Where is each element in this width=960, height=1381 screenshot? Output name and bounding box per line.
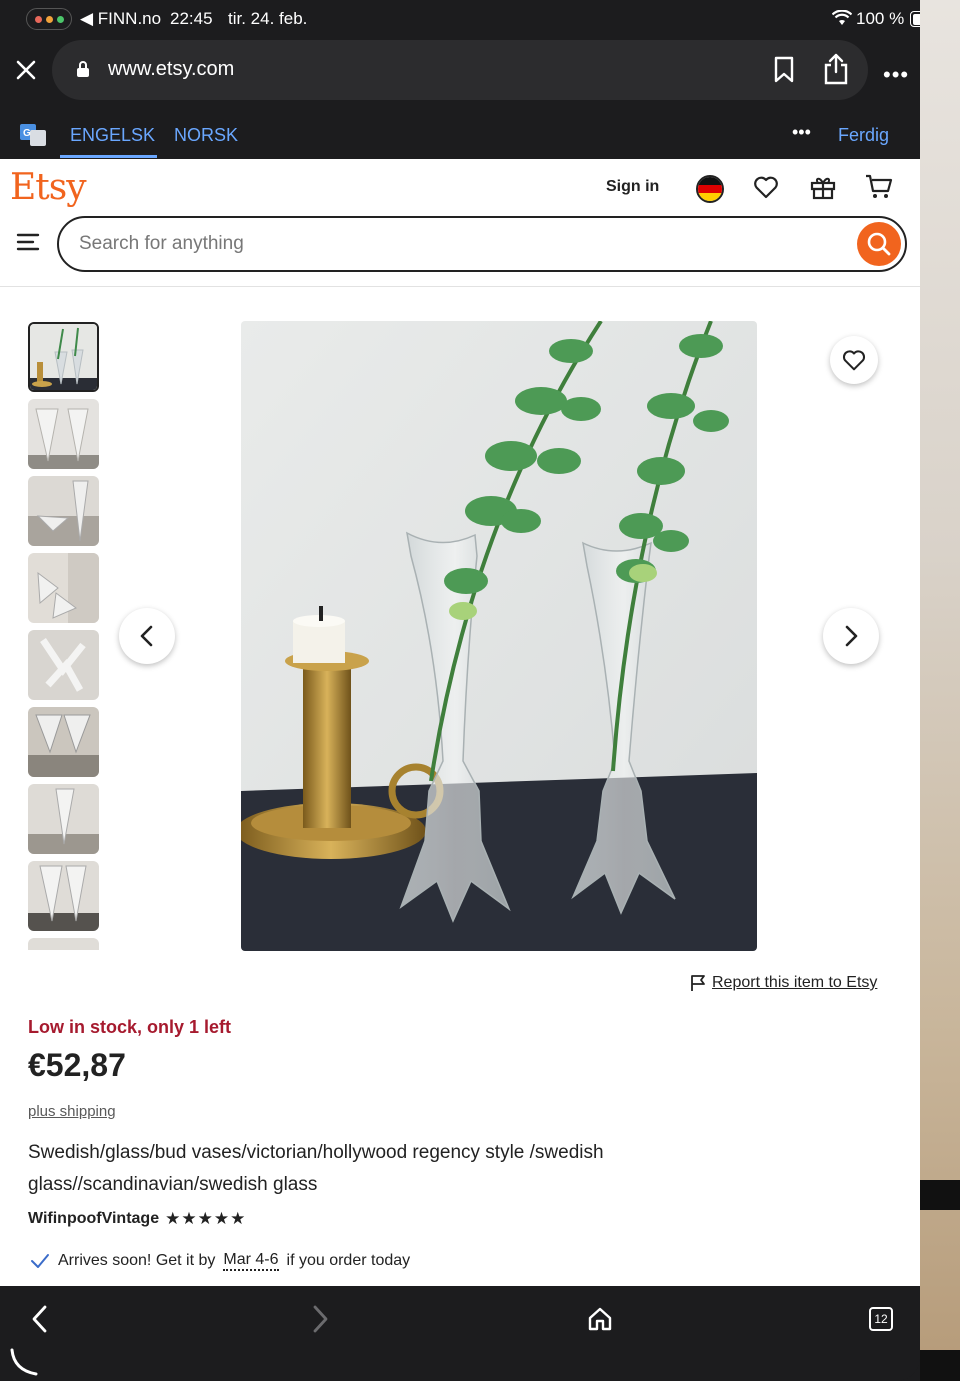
tab-language-english[interactable]: ENGELSK — [70, 125, 155, 146]
search-button[interactable] — [857, 222, 901, 266]
search-input[interactable] — [79, 230, 839, 258]
thumbnail-7[interactable] — [28, 784, 99, 854]
wifi-icon — [831, 9, 853, 31]
translate-bar: G ENGELSK NORSK ••• Ferdig — [0, 110, 920, 159]
sign-in-link[interactable]: Sign in — [606, 178, 659, 196]
tabs-button[interactable]: 12 — [869, 1307, 893, 1331]
shop-name-link[interactable]: WifinpoofVintage — [28, 1210, 159, 1228]
status-bar: ◀ FINN.no 22:45 tir. 24. feb. 100 % — [0, 0, 920, 38]
thumbnail-4[interactable] — [28, 553, 99, 623]
etsy-logo[interactable]: Etsy — [10, 167, 87, 208]
battery-percent: 100 % — [856, 9, 905, 28]
forward-icon[interactable] — [310, 1304, 330, 1339]
cart-icon[interactable] — [864, 173, 894, 206]
selected-language-underline — [60, 155, 157, 158]
close-icon[interactable] — [12, 56, 40, 84]
next-image-button[interactable] — [823, 608, 879, 664]
address-bar[interactable]: www.etsy.com — [52, 40, 868, 100]
home-icon[interactable] — [587, 1306, 613, 1337]
arrival-date-link[interactable]: Mar 4-6 — [223, 1251, 279, 1271]
thumbnail-strip — [28, 322, 100, 950]
google-translate-icon: G — [20, 122, 46, 148]
german-flag-icon[interactable] — [696, 175, 724, 203]
corner-arc-icon — [8, 1348, 38, 1381]
url-text: www.etsy.com — [108, 58, 235, 80]
lock-icon — [76, 60, 90, 83]
shop-info: WifinpoofVintage ★★★★★ — [28, 1209, 246, 1229]
search-bar — [57, 216, 907, 272]
status-date: tir. 24. feb. — [228, 9, 308, 28]
tab-language-norwegian[interactable]: NORSK — [174, 125, 238, 146]
favorite-button[interactable] — [830, 336, 878, 384]
thumbnail-6[interactable] — [28, 707, 99, 777]
stock-notice: Low in stock, only 1 left — [28, 1017, 232, 1037]
bottom-toolbar: 12 — [0, 1286, 920, 1381]
thumbnail-8[interactable] — [28, 861, 99, 931]
thumbnail-1[interactable] — [28, 322, 99, 392]
previous-image-button[interactable] — [119, 608, 175, 664]
translate-more-icon[interactable]: ••• — [792, 122, 811, 143]
battery-icon — [910, 11, 920, 27]
browser-window: ◀ FINN.no 22:45 tir. 24. feb. 100 % www.… — [0, 0, 920, 1381]
menu-icon[interactable] — [16, 232, 40, 257]
address-row: www.etsy.com ••• — [0, 40, 920, 102]
bookmark-icon[interactable] — [772, 56, 796, 89]
thumbnail-3[interactable] — [28, 476, 99, 546]
report-item-link[interactable]: Report this item to Etsy — [690, 974, 877, 992]
listing-title: Swedish/glass/bud vases/victorian/hollyw… — [28, 1142, 604, 1195]
checkmark-icon — [31, 1254, 49, 1268]
back-to-app-link[interactable]: ◀ FINN.no — [80, 9, 161, 29]
multitasking-dots-icon[interactable] — [26, 8, 72, 30]
rating-stars: ★★★★★ — [165, 1209, 247, 1228]
background-photo-edge — [920, 0, 960, 1381]
delivery-estimate: Arrives soon! Get it by Mar 4-6 if you o… — [30, 1251, 410, 1271]
translate-done-button[interactable]: Ferdig — [838, 125, 889, 146]
status-time: 22:45 — [170, 9, 213, 28]
etsy-page: Etsy Sign in Search for anything Report … — [0, 159, 920, 1286]
main-product-image[interactable] — [241, 321, 757, 951]
back-icon[interactable] — [30, 1304, 50, 1339]
flag-icon — [691, 975, 705, 991]
thumbnail-2[interactable] — [28, 399, 99, 469]
arrives-suffix: if you order today — [286, 1252, 411, 1269]
header-divider — [0, 286, 920, 287]
heart-icon[interactable] — [752, 173, 780, 206]
share-icon[interactable] — [822, 52, 850, 91]
shipping-link[interactable]: plus shipping — [28, 1103, 116, 1120]
report-item-label: Report this item to Etsy — [712, 974, 878, 991]
price: €52,87 — [28, 1047, 126, 1083]
thumbnail-9[interactable] — [28, 938, 99, 950]
arrives-prefix: Arrives soon! Get it by — [58, 1252, 216, 1269]
gift-icon[interactable] — [809, 173, 837, 206]
more-options-icon[interactable]: ••• — [883, 62, 909, 88]
thumbnail-5[interactable] — [28, 630, 99, 700]
svg-text:G: G — [23, 128, 31, 139]
